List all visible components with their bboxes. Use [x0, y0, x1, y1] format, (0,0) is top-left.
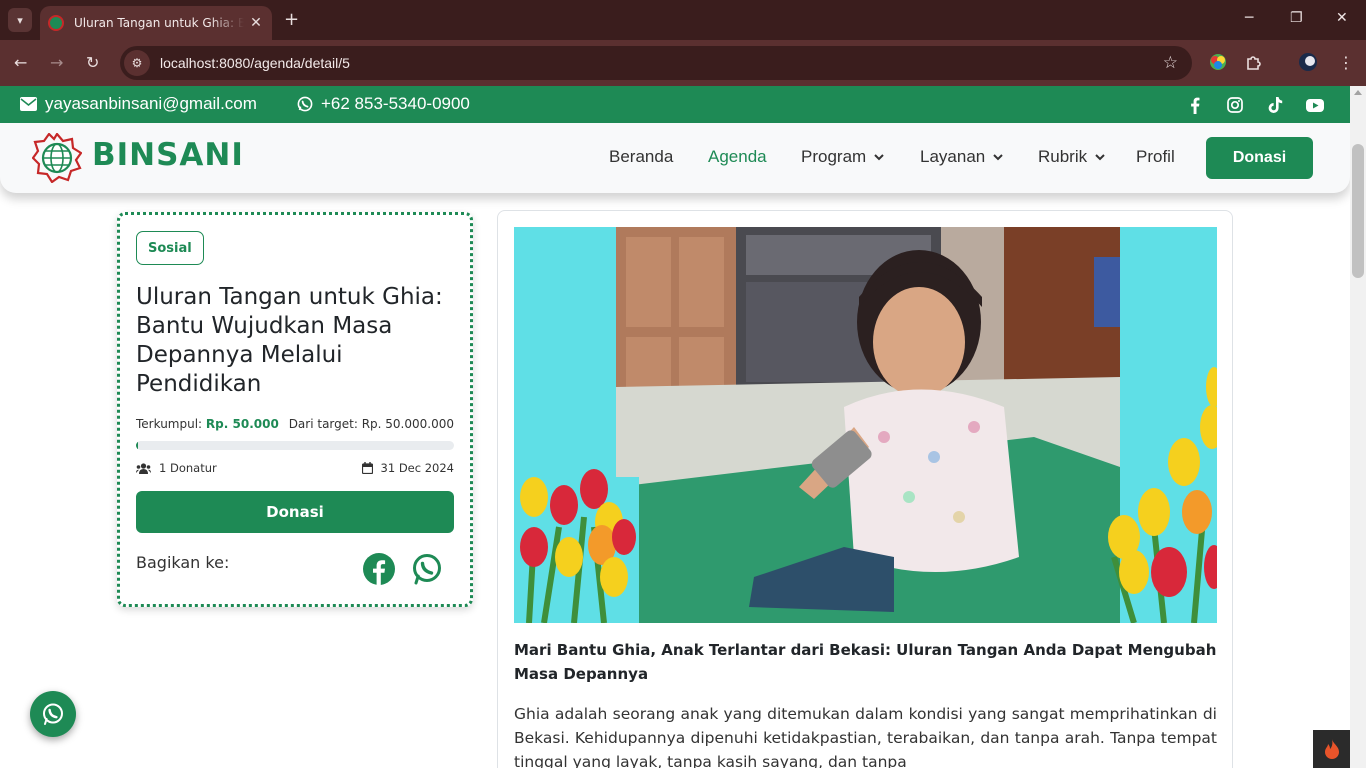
- nav-beranda[interactable]: Beranda: [609, 147, 673, 167]
- nav-profil[interactable]: Profil: [1136, 147, 1175, 167]
- whatsapp-icon: [297, 96, 313, 112]
- url-text: localhost:8080/agenda/detail/5: [160, 55, 350, 71]
- browser-tab-strip: ▾ Uluran Tangan untuk Ghia: Bantu Wujudk…: [0, 0, 1366, 40]
- collected-amount: Terkumpul: Rp. 50.000: [136, 417, 279, 431]
- nav-agenda[interactable]: Agenda: [708, 147, 767, 167]
- tiktok-icon[interactable]: [1266, 96, 1284, 114]
- address-bar[interactable]: ⚙ localhost:8080/agenda/detail/5 ☆: [120, 46, 1192, 80]
- chevron-down-icon: [993, 153, 1003, 160]
- campaign-photo: [514, 227, 1217, 623]
- new-tab-button[interactable]: +: [284, 10, 299, 30]
- scroll-up-arrow-icon[interactable]: [1354, 90, 1362, 95]
- chevron-down-icon: [1095, 153, 1105, 160]
- nav-agenda-label: Agenda: [708, 147, 767, 166]
- donation-progress-bar: [136, 441, 454, 450]
- restore-window-icon[interactable]: ❐: [1290, 10, 1303, 26]
- profile-avatar-icon[interactable]: [1298, 52, 1318, 72]
- chevron-down-icon: [874, 153, 884, 160]
- bookmark-star-icon[interactable]: ☆: [1163, 53, 1178, 73]
- campaign-meta: 1 Donatur 31 Dec 2024: [136, 461, 454, 475]
- site-info-icon[interactable]: ⚙: [124, 50, 150, 76]
- donor-count-text: 1 Donatur: [159, 461, 217, 475]
- facebook-icon[interactable]: [1186, 96, 1204, 114]
- donate-button[interactable]: Donasi: [136, 491, 454, 533]
- browser-menu-icon[interactable]: ⋮: [1338, 54, 1354, 72]
- brand-name[interactable]: BINSANI: [92, 137, 244, 173]
- article-card: Mari Bantu Ghia, Anak Terlantar dari Bek…: [497, 210, 1233, 768]
- tab-search-menu-icon[interactable]: ▾: [8, 8, 32, 32]
- share-facebook-icon[interactable]: [363, 553, 395, 585]
- nav-donasi-button[interactable]: Donasi: [1206, 137, 1313, 179]
- youtube-icon[interactable]: [1306, 96, 1324, 114]
- nav-beranda-label: Beranda: [609, 147, 674, 166]
- site-favicon: [48, 15, 64, 31]
- share-label: Bagikan ke:: [136, 553, 230, 572]
- phone-text: +62 853-5340-0900: [321, 94, 470, 113]
- instagram-icon[interactable]: [1226, 96, 1244, 114]
- debug-toolbar-button[interactable]: [1313, 730, 1350, 768]
- tulips-left: [514, 469, 639, 623]
- browser-toolbar: ← → ↻ ⚙ localhost:8080/agenda/detail/5 ☆: [0, 40, 1366, 86]
- browser-tab-active[interactable]: Uluran Tangan untuk Ghia: Bantu Wujudkan…: [40, 6, 272, 40]
- category-badge[interactable]: Sosial: [136, 231, 204, 265]
- calendar-icon: [361, 462, 373, 474]
- extensions-puzzle-icon[interactable]: [1244, 52, 1264, 72]
- envelope-icon: [20, 97, 37, 111]
- main-navbar: BINSANI Beranda Agenda Program Layanan R…: [0, 123, 1350, 193]
- nav-profil-label: Profil: [1136, 147, 1175, 166]
- binsani-logo[interactable]: [32, 133, 82, 183]
- users-icon: [136, 462, 151, 474]
- nav-layanan[interactable]: Layanan: [920, 147, 1003, 167]
- article-body: Ghia adalah seorang anak yang ditemukan …: [514, 705, 1217, 768]
- nav-layanan-label: Layanan: [920, 147, 986, 166]
- nav-program-label: Program: [801, 147, 867, 166]
- site-top-bar: yayasanbinsani@gmail.com +62 853-5340-09…: [0, 86, 1350, 123]
- nav-rubrik-label: Rubrik: [1038, 147, 1088, 166]
- campaign-date-text: 31 Dec 2024: [380, 461, 454, 475]
- collected-label: Terkumpul:: [136, 417, 203, 431]
- fundraising-stats: Terkumpul: Rp. 50.000 Dari target: Rp. 5…: [136, 417, 454, 431]
- close-window-icon[interactable]: ✕: [1336, 10, 1348, 26]
- reload-icon[interactable]: ↻: [86, 54, 99, 72]
- whatsapp-icon: [43, 703, 63, 725]
- page-scrollbar[interactable]: [1350, 86, 1366, 768]
- campaign-date: 31 Dec 2024: [361, 461, 454, 475]
- forward-arrow-icon[interactable]: →: [50, 54, 63, 72]
- close-tab-icon[interactable]: ✕: [248, 15, 264, 31]
- floating-whatsapp-button[interactable]: [30, 691, 76, 737]
- nav-rubrik[interactable]: Rubrik: [1038, 147, 1105, 167]
- email-text: yayasanbinsani@gmail.com: [45, 94, 257, 113]
- campaign-summary-card: Sosial Uluran Tangan untuk Ghia: Bantu W…: [117, 212, 473, 607]
- target-amount: Dari target: Rp. 50.000.000: [288, 417, 454, 431]
- phone-contact[interactable]: +62 853-5340-0900: [297, 94, 470, 114]
- flame-icon: [1324, 739, 1339, 759]
- extension-color-icon[interactable]: [1208, 52, 1228, 72]
- campaign-title: Uluran Tangan untuk Ghia: Bantu Wujudkan…: [136, 284, 443, 397]
- share-whatsapp-icon[interactable]: [411, 553, 443, 585]
- collected-value: Rp. 50.000: [205, 417, 279, 431]
- scrollbar-thumb[interactable]: [1352, 144, 1364, 278]
- nav-program[interactable]: Program: [801, 147, 884, 167]
- minimize-window-icon[interactable]: ─: [1245, 10, 1253, 26]
- donor-count: 1 Donatur: [136, 461, 217, 475]
- article-heading: Mari Bantu Ghia, Anak Terlantar dari Bek…: [514, 641, 1217, 683]
- back-arrow-icon[interactable]: ←: [14, 54, 27, 72]
- tab-title: Uluran Tangan untuk Ghia: Bantu Wujudkan…: [74, 16, 244, 30]
- email-contact[interactable]: yayasanbinsani@gmail.com: [20, 94, 257, 114]
- donation-progress-fill: [136, 441, 138, 450]
